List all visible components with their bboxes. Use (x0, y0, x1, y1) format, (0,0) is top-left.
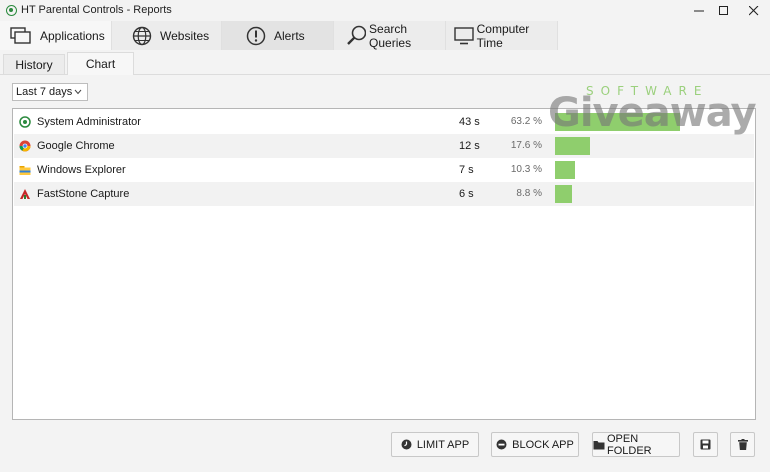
usage-bar (555, 113, 680, 131)
app-percent: 8.8 % (516, 188, 542, 199)
tab-label: Alerts (274, 28, 305, 43)
tab-search-queries[interactable]: Search Queries (334, 21, 446, 50)
app-time: 12 s (459, 140, 480, 152)
app-time: 7 s (459, 164, 474, 176)
list-item[interactable]: Windows Explorer 7 s 10.3 % (14, 158, 754, 182)
tab-computer-time[interactable]: Computer Time (446, 21, 558, 50)
title-bar: HT Parental Controls - Reports (0, 0, 770, 22)
watermark-top-text: SOFTWARE (586, 84, 709, 98)
window-title: HT Parental Controls - Reports (21, 4, 172, 16)
list-item[interactable]: System Administrator 43 s 63.2 % (14, 110, 754, 134)
maximize-icon (719, 6, 728, 15)
tab-alerts[interactable]: Alerts (222, 21, 334, 50)
tab-websites[interactable]: Websites (112, 21, 222, 50)
tab-label: Websites (160, 28, 210, 43)
applications-icon (10, 26, 31, 44)
app-percent: 63.2 % (510, 116, 542, 127)
app-name: Windows Explorer (37, 164, 126, 176)
alert-icon (246, 26, 266, 45)
tab-applications[interactable]: Applications (0, 21, 112, 50)
chrome-icon (19, 140, 31, 152)
tab-label: Applications (40, 28, 105, 43)
search-icon (347, 25, 367, 45)
app-time: 6 s (459, 188, 474, 200)
delete-button[interactable] (730, 432, 755, 457)
maximize-button[interactable] (711, 0, 737, 22)
open-folder-label: OPEN FOLDER (607, 432, 652, 457)
block-app-label: BLOCK APP (512, 438, 574, 451)
app-time: 43 s (459, 116, 480, 128)
sub-tab-bar: History Chart (0, 52, 770, 75)
folder-open-icon (593, 440, 605, 449)
list-item[interactable]: Google Chrome 12 s 17.6 % (14, 134, 754, 158)
subtab-chart[interactable]: Chart (67, 52, 134, 75)
app-name: FastStone Capture (37, 188, 130, 200)
faststone-icon (20, 189, 30, 199)
block-icon (496, 439, 507, 450)
monitor-icon (454, 26, 474, 44)
open-folder-button[interactable]: OPEN FOLDER (592, 432, 680, 457)
chevron-down-icon (74, 89, 82, 95)
app-usage-list[interactable]: System Administrator 43 s 63.2 % Google … (12, 108, 756, 420)
globe-icon (132, 26, 152, 45)
minimize-icon (694, 10, 704, 12)
date-range-select[interactable]: Last 7 days (12, 83, 88, 101)
app-name: System Administrator (37, 116, 141, 128)
minimize-button[interactable] (686, 0, 712, 22)
ht-app-icon (19, 116, 31, 128)
subtab-history[interactable]: History (3, 54, 65, 74)
folder-icon (19, 166, 31, 175)
app-name: Google Chrome (37, 140, 115, 152)
app-percent: 17.6 % (510, 140, 542, 151)
tab-label: Computer Time (476, 21, 530, 50)
app-percent: 10.3 % (510, 164, 542, 175)
close-icon (749, 6, 759, 16)
limit-app-label: LIMIT APP (416, 438, 470, 451)
clock-icon (401, 439, 412, 450)
close-button[interactable] (741, 0, 767, 22)
save-button[interactable] (693, 432, 718, 457)
limit-app-button[interactable]: LIMIT APP (391, 432, 479, 457)
usage-bar (555, 185, 572, 203)
block-app-button[interactable]: BLOCK APP (491, 432, 579, 457)
date-range-value: Last 7 days (16, 86, 73, 98)
tab-label: Search Queries (369, 21, 412, 50)
usage-bar (555, 137, 590, 155)
save-icon (700, 439, 711, 450)
trash-icon (737, 439, 748, 450)
usage-bar (555, 161, 575, 179)
list-item[interactable]: FastStone Capture 6 s 8.8 % (14, 182, 754, 206)
app-logo-icon (6, 5, 17, 16)
main-tab-bar: Applications Websites Alerts Search Quer… (0, 21, 770, 50)
